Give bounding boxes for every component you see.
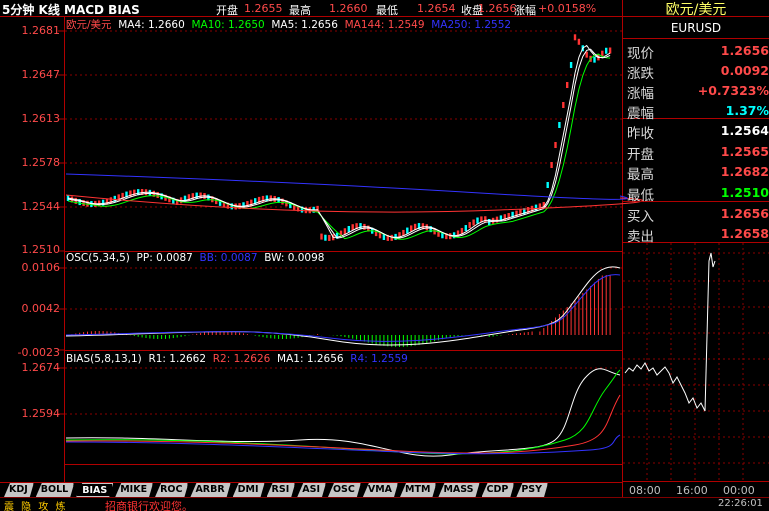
candle [605,47,608,54]
quote-label: 最低 [627,188,654,204]
tab-kdj[interactable]: KDJ [4,483,34,497]
intraday-line [624,252,716,412]
quote-label: 昨收 [627,126,654,142]
tab-psy[interactable]: PSY [516,483,548,497]
candle [558,122,561,128]
candle [550,162,553,168]
quote-row: 现价 1.2656 [627,41,769,62]
candle [464,225,467,232]
tab-boll[interactable]: BOLL [36,483,74,497]
tab-mtm[interactable]: MTM [400,483,436,497]
candle [343,228,347,235]
candle [410,225,413,232]
tab-asi[interactable]: ASI [297,483,326,497]
candle [546,182,549,188]
candle [347,225,350,232]
candle [406,227,409,234]
quote-row: 震幅 1.37% [627,101,769,122]
quote-value: 1.37% [725,103,769,118]
tab-arbr[interactable]: ARBR [190,483,230,497]
candle [425,224,428,231]
candle [476,217,479,224]
tab-roc[interactable]: ROC [155,483,188,497]
candle [593,56,596,63]
candle [351,224,354,231]
tab-dmi[interactable]: DMI [233,483,265,497]
quote-row: 买入 1.2656 [627,204,769,225]
candle [328,234,331,241]
quote-row: 昨收 1.2564 [627,121,769,142]
candle [468,222,471,229]
quote-label: 卖出 [627,229,654,245]
quote-label: 开盘 [627,147,654,163]
tab-vma[interactable]: VMA [363,483,398,497]
candle [472,219,475,226]
status-clock: 22:26:01 [718,498,763,509]
time-label: 16:00 [676,484,708,497]
candle [554,142,557,148]
indicator-tabs: KDJ BOLL BIAS MIKE ROC ARBR DMI RSI ASI OSC VMA MTM… [4,483,548,497]
candle [569,62,573,68]
chart-window: 5分钟 K线 MACD BIAS 开盘 1.2655 最高 1.2660 最低 … [0,0,769,511]
quote-value: 1.2656 [720,206,769,221]
quote-value: 1.2510 [720,185,769,200]
tab-osc[interactable]: OSC [328,483,361,497]
quote-row: 开盘 1.2565 [627,142,769,163]
quote-label: 最高 [627,167,654,183]
tab-rsi[interactable]: RSI [267,483,296,497]
candle [320,233,323,240]
bias-r4-line [65,434,621,455]
quote-value: 1.2564 [720,123,769,138]
quote-value: 0.0092 [720,63,769,78]
candle [324,234,327,241]
quote-row: 涨跌 0.0092 [627,61,769,82]
time-label: 00:00 [723,484,755,497]
status-bar: 震 隐 攻 炼 招商银行欢迎您。 22:26:01 [0,497,769,511]
time-label: 08:00 [629,484,661,497]
quote-label: 现价 [627,46,654,62]
quote-row: 最低 1.2510 [627,183,769,204]
candle [577,38,581,45]
quote-value: 1.2682 [720,164,769,179]
quote-label: 买入 [627,209,654,225]
intraday-chart[interactable] [623,243,769,497]
tab-bias[interactable]: BIAS [76,483,113,497]
quote-row: 最高 1.2682 [627,162,769,183]
status-ticker: 招商银行欢迎您。 [105,500,193,511]
osc-bb-line [65,274,621,342]
quote-label: 涨跌 [627,66,654,82]
quote-value: 1.2565 [720,144,769,159]
candle [484,216,487,223]
quote-value: 1.2656 [720,43,769,58]
candle [566,82,569,88]
candle [608,47,612,54]
quote-row: 卖出 1.2658 [627,224,769,245]
candle [573,34,577,41]
status-left: 震 隐 攻 炼 [4,502,68,511]
candle [562,102,565,108]
tab-mike[interactable]: MIKE [115,483,153,497]
quote-label: 震幅 [627,106,654,122]
tab-cdp[interactable]: CDP [482,483,515,497]
tab-mass[interactable]: MASS [438,483,479,497]
quote-row: 涨幅 +0.7323% [627,81,769,102]
quote-value: 1.2658 [720,226,769,241]
candle [359,223,362,230]
bias-r2-line [65,394,621,454]
quote-label: 涨幅 [627,86,654,102]
quote-value: +0.7323% [697,83,769,98]
